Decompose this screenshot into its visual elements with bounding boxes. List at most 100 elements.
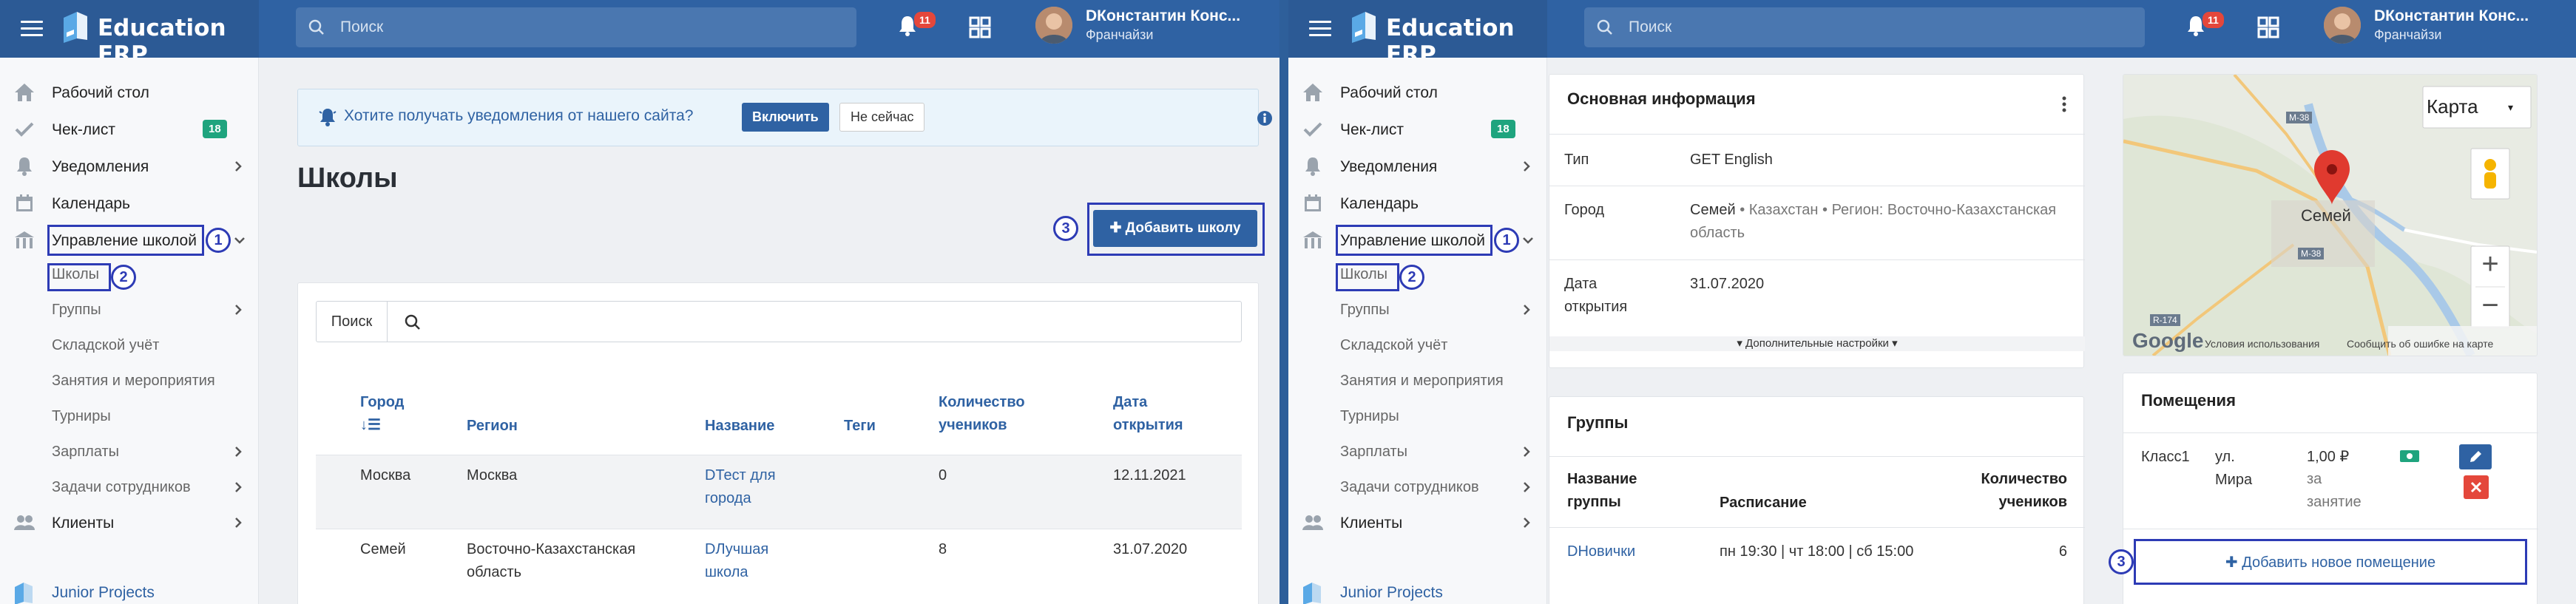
sidebar-item-dashboard[interactable]: Рабочий стол [0,75,259,109]
info-icon[interactable] [1257,110,1273,126]
row-student-count: 8 [939,541,947,557]
cash-icon [2400,450,2419,462]
table-search-input[interactable]: Поиск [316,301,1242,342]
zoom-out-button[interactable]: − [2477,289,2504,328]
sidebar-item-dashboard[interactable]: Рабочий стол [1288,75,1547,109]
column-header-tags[interactable]: Теги [844,415,876,438]
column-header-city[interactable]: Город ↓☰ [360,391,405,437]
row-school-name-link[interactable]: DЛучшая школа [705,538,794,584]
notification-badge: 11 [914,12,936,28]
sidebar-item-tournaments[interactable]: Турниры [1288,399,1547,433]
sidebar-item-warehouse[interactable]: Складской учёт [0,328,259,362]
left-screen: Education ERP Поиск 11 DКонстантин Конс.… [0,0,1279,604]
column-header-opened-date[interactable]: Дата открытия [1113,391,1194,437]
groups-card: Группы Название группы Расписание Количе… [1549,396,2085,604]
sidebar-item-salaries[interactable]: Зарплаты [1288,435,1547,469]
table-row[interactable]: Москва Москва DТест для города 0 12.11.2… [316,455,1242,529]
sidebar-item-staff-tasks[interactable]: Задачи сотрудников [0,470,259,504]
avatar[interactable] [2324,7,2361,44]
group-student-count: 6 [2058,543,2067,560]
edit-room-button[interactable] [2459,444,2492,469]
sidebar-item-label: Уведомления [1340,158,1438,175]
map-type-label[interactable]: Карта [2427,95,2478,118]
chevron-right-icon [1524,161,1530,172]
sidebar-item-staff-tasks[interactable]: Задачи сотрудников [1288,470,1547,504]
type-label: Тип [1564,152,1589,168]
sidebar-item-label: Календарь [52,195,130,212]
opened-date-label: Дата открытия [1564,276,1628,315]
more-vertical-icon[interactable] [2061,95,2067,113]
sidebar-item-label: Клиенты [1340,515,1403,532]
map-report-link[interactable]: Сообщить об ошибке на карте [2347,338,2493,350]
map-terms-link[interactable]: Условия использования [2205,338,2319,350]
sidebar-item-lessons[interactable]: Занятия и мероприятия [0,364,259,398]
sidebar-item-clients[interactable]: Клиенты [1288,506,1547,540]
sidebar-item-checklist[interactable]: Чек-лист 18 [1288,112,1547,146]
chevron-right-icon [1524,482,1530,492]
not-now-button[interactable]: Не сейчас [839,103,925,132]
junior-projects-logo-icon [15,583,33,604]
sidebar-item-notifications[interactable]: Уведомления [0,149,259,183]
row-opened-date: 12.11.2021 [1113,467,1186,483]
zoom-in-button[interactable]: + [2477,248,2504,286]
step-marker-2: 2 [1399,265,1424,290]
menu-icon[interactable] [21,21,43,37]
apps-grid-icon[interactable] [2257,16,2279,38]
close-icon [2470,481,2482,493]
users-icon [14,515,35,530]
avatar[interactable] [1035,7,1072,44]
home-icon [1303,84,1322,101]
column-header-group-student-count[interactable]: Количество учеников [1971,468,2067,514]
chevron-down-icon: ▾ [2508,101,2514,113]
row-city: Семей [360,541,406,557]
search-input[interactable]: Поиск [296,7,856,47]
delete-room-button[interactable] [2464,475,2489,499]
bell-alert-icon [319,109,337,126]
top-bar: Education ERP Поиск 11 DКонстантин Конс.… [1288,0,2576,68]
row-region: Москва [467,467,518,483]
sidebar-item-label: Занятия и мероприятия [52,373,215,389]
map-widget[interactable]: Карта ▾ + − Семей M-38 M-38 R-174 Google… [2123,74,2538,356]
sidebar-item-salaries[interactable]: Зарплаты [0,435,259,469]
column-header-schedule[interactable]: Расписание [1720,492,1807,515]
sidebar-item-clients[interactable]: Клиенты [0,506,259,540]
sidebar-item-checklist[interactable]: Чек-лист 18 [0,112,259,146]
checklist-count-badge: 18 [203,120,227,138]
junior-projects-link[interactable]: Junior Projects [1340,584,1443,602]
room-name: Класс1 [2141,449,2190,465]
brand-area: Education ERP [1288,0,1547,68]
menu-icon[interactable] [1309,21,1331,37]
group-name-link[interactable]: DНовички [1567,540,1635,563]
sidebar-item-groups[interactable]: Группы [1288,293,1547,327]
apps-grid-icon[interactable] [969,16,991,38]
sidebar-item-notifications[interactable]: Уведомления [1288,149,1547,183]
sidebar-item-groups[interactable]: Группы [0,293,259,327]
sidebar-item-calendar[interactable]: Календарь [0,186,259,220]
column-header-name[interactable]: Название [705,415,774,438]
logo-icon [1352,12,1376,43]
column-header-student-count[interactable]: Количество учеников [939,391,1042,437]
road-label: R-174 [2150,314,2180,326]
junior-projects-link[interactable]: Junior Projects [52,584,155,602]
sidebar-item-calendar[interactable]: Календарь [1288,186,1547,220]
sidebar-item-label: Клиенты [52,515,115,532]
top-bar: Education ERP Поиск 11 DКонстантин Конс.… [0,0,1279,68]
sidebar-item-tournaments[interactable]: Турниры [0,399,259,433]
user-name[interactable]: DКонстантин Конс... [1086,7,1240,25]
row-school-name-link[interactable]: DТест для города [705,464,794,510]
user-role: Франчайзи [1086,27,1154,42]
group-schedule: пн 19:30 | чт 18:00 | сб 15:00 [1720,543,1914,560]
enable-notifications-button[interactable]: Включить [742,103,829,132]
sidebar-item-warehouse[interactable]: Складской учёт [1288,328,1547,362]
search-input[interactable]: Поиск [1584,7,2145,47]
table-row[interactable]: Семей Восточно-Казахстанская область DЛу… [316,529,1242,603]
column-header-group-name[interactable]: Название группы [1567,468,1671,514]
sidebar-item-lessons[interactable]: Занятия и мероприятия [1288,364,1547,398]
card-title: Группы [1567,413,1629,432]
card-title: Помещения [2141,391,2236,410]
column-header-region[interactable]: Регион [467,415,518,438]
user-name[interactable]: DКонстантин Конс... [2374,7,2529,25]
additional-settings-toggle[interactable]: ▾ Дополнительные настройки ▾ [1549,336,2085,351]
main-content: Хотите получать уведомления от нашего са… [259,58,1279,604]
row-city: Москва [360,467,411,483]
